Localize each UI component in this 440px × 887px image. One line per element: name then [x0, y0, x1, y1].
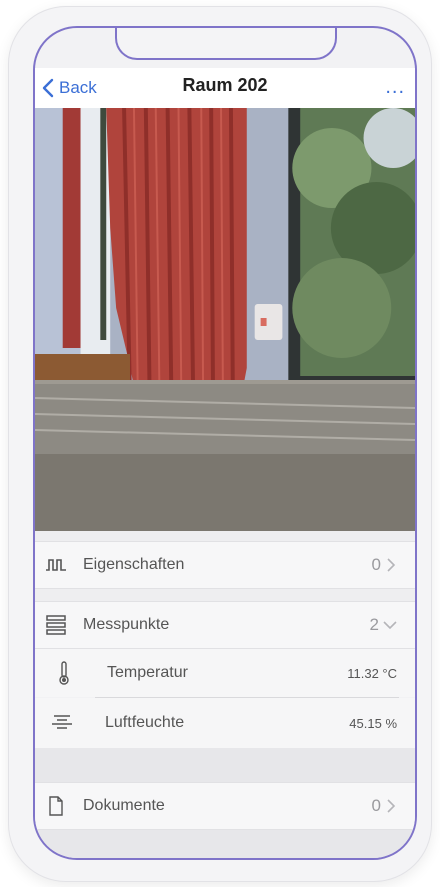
- eigenschaften-count: 0: [371, 555, 381, 574]
- messpunkt-temperatur-row[interactable]: Temperatur 11.32 °C: [35, 649, 415, 697]
- room-window-photo: [35, 108, 415, 531]
- document-icon: [45, 795, 67, 817]
- luftfeuchte-value: 45.15 %: [349, 715, 397, 731]
- thermometer-icon: [53, 661, 75, 685]
- section-gap: [35, 589, 415, 601]
- humidity-icon: [51, 712, 73, 734]
- chevron-right-icon: [387, 799, 396, 813]
- dokumente-label: Dokumente: [83, 797, 165, 814]
- messpunkte-row[interactable]: Messpunkte 2: [35, 601, 415, 649]
- bottom-area: [35, 830, 415, 858]
- section-gap: [35, 531, 415, 541]
- chevron-down-icon: [383, 621, 397, 630]
- room-photo: [35, 108, 415, 531]
- phone-notch: [115, 28, 337, 60]
- dokumente-row[interactable]: Dokumente 0: [35, 782, 415, 830]
- eigenschaften-label: Eigenschaften: [83, 556, 185, 573]
- dokumente-count: 0: [371, 796, 381, 815]
- stack-icon: [45, 614, 67, 636]
- page-title: Raum 202: [182, 75, 268, 95]
- navigation-bar: Back Raum 202 ...: [35, 68, 415, 108]
- messpunkte-count: 2: [369, 615, 379, 634]
- eigenschaften-row[interactable]: Eigenschaften 0: [35, 541, 415, 589]
- chevron-right-icon: [387, 558, 396, 572]
- section-gap: [35, 748, 415, 782]
- properties-icon: [45, 554, 67, 576]
- temperatur-value: 11.32 °C: [347, 665, 397, 681]
- messpunkt-luftfeuchte-row[interactable]: Luftfeuchte 45.15 %: [35, 698, 415, 748]
- temperatur-label: Temperatur: [107, 664, 188, 681]
- more-options-button[interactable]: ...: [385, 76, 405, 99]
- app-screen: Back Raum 202 ... Eigenschaften 0 Messpu…: [33, 26, 417, 860]
- luftfeuchte-label: Luftfeuchte: [105, 714, 185, 731]
- messpunkte-label: Messpunkte: [83, 616, 170, 633]
